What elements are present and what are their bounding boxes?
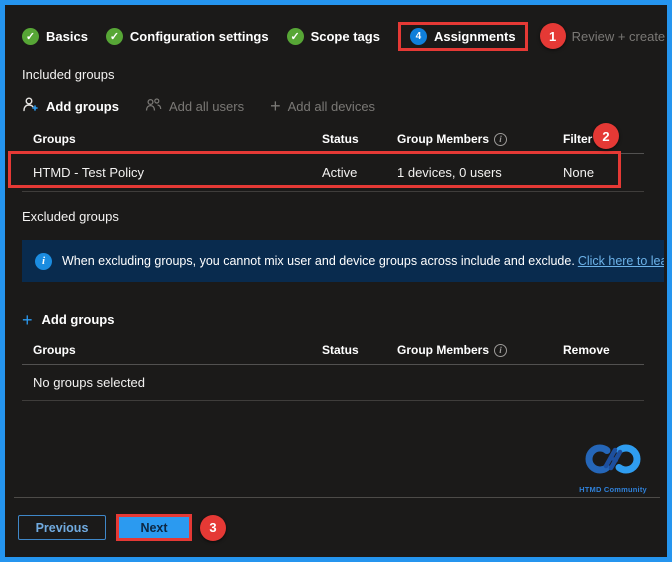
tab-basics[interactable]: ✓ Basics [22, 27, 88, 45]
column-group-members-label: Group Members [397, 132, 490, 146]
plus-icon: + [22, 309, 33, 330]
included-groups-toolbar: Add groups Add all users + Add all devic… [22, 97, 653, 115]
htmd-logo-icon [585, 444, 641, 474]
person-add-icon [22, 97, 39, 115]
table-row-htmd-test-policy[interactable]: HTMD - Test Policy Active 1 devices, 0 u… [22, 154, 644, 192]
banner-message: When excluding groups, you cannot mix us… [62, 254, 575, 268]
info-banner-icon: i [35, 252, 52, 270]
wizard-footer: Previous Next 3 [14, 497, 660, 541]
cell-filter: None [563, 165, 595, 180]
annotation-circle-1: 1 [539, 23, 566, 49]
add-all-users-button[interactable]: Add all users [145, 97, 244, 115]
tab-configuration-settings-label: Configuration settings [129, 28, 269, 44]
learn-more-link[interactable]: Click here to learn more about [578, 254, 664, 268]
htmd-community-logo: HTMD Community [573, 439, 653, 494]
tab-review-create[interactable]: Review + create [572, 29, 666, 44]
column-remove: Remove [563, 343, 610, 357]
next-button[interactable]: Next [119, 517, 189, 538]
cell-status: Active [322, 165, 358, 180]
column-group-members: Group Members i [397, 132, 563, 146]
column-group-members: Group Members i [397, 343, 563, 357]
excluded-add-groups-label: Add groups [41, 312, 115, 327]
wizard-content: ✓ Basics ✓ Configuration settings ✓ Scop… [5, 5, 667, 401]
tab-basics-label: Basics [46, 28, 88, 44]
step-number-badge: 4 [409, 27, 427, 45]
add-groups-button[interactable]: Add groups [22, 97, 119, 115]
check-icon: ✓ [22, 27, 39, 45]
no-groups-selected-text: No groups selected [33, 375, 146, 390]
cell-members: 1 devices, 0 users [397, 165, 502, 180]
wizard-window: ✓ Basics ✓ Configuration settings ✓ Scop… [0, 0, 672, 562]
included-groups-heading: Included groups [22, 67, 115, 82]
annotation-box-assignments: 4 Assignments [397, 21, 528, 51]
tab-assignments-label: Assignments [433, 28, 516, 44]
people-icon [145, 97, 162, 115]
excluded-add-groups-button[interactable]: + Add groups [22, 309, 653, 330]
included-table-header: Groups Status Group Members i Filter [22, 132, 644, 154]
column-groups: Groups [33, 132, 76, 146]
info-icon[interactable]: i [494, 343, 508, 357]
column-status: Status [322, 132, 359, 146]
tab-assignments[interactable]: 4 Assignments [409, 27, 516, 45]
column-groups: Groups [33, 343, 76, 357]
info-icon[interactable]: i [494, 132, 508, 146]
tab-configuration-settings[interactable]: ✓ Configuration settings [105, 27, 269, 45]
previous-button[interactable]: Previous [18, 515, 106, 540]
add-all-devices-button[interactable]: + Add all devices [270, 96, 376, 116]
add-groups-label: Add groups [46, 98, 119, 114]
tab-review-create-label: Review + create [571, 28, 666, 44]
add-all-devices-label: Add all devices [287, 98, 376, 114]
check-icon: ✓ [105, 27, 123, 45]
excluded-groups-table: Groups Status Group Members i Remove No … [22, 343, 644, 401]
annotation-circle-3: 3 [200, 514, 226, 541]
add-all-users-label: Add all users [168, 98, 245, 114]
excluded-table-header: Groups Status Group Members i Remove [22, 343, 644, 365]
included-groups-table: Groups Status Group Members i Filter HTM… [22, 132, 644, 192]
plus-icon: + [270, 96, 281, 116]
tab-scope-tags-label: Scope tags [310, 28, 380, 44]
annotation-box-next: Next [116, 514, 192, 541]
wizard-steps: ✓ Basics ✓ Configuration settings ✓ Scop… [22, 17, 665, 55]
banner-text: When excluding groups, you cannot mix us… [62, 254, 664, 268]
htmd-logo-caption: HTMD Community [579, 485, 647, 494]
check-icon: ✓ [286, 27, 304, 45]
excluded-groups-heading: Excluded groups [22, 209, 119, 224]
empty-state-row: No groups selected [22, 365, 644, 401]
exclusion-info-banner: i When excluding groups, you cannot mix … [22, 240, 664, 282]
annotation-circle-2: 2 [593, 123, 619, 149]
column-status: Status [322, 343, 359, 357]
tab-scope-tags[interactable]: ✓ Scope tags [286, 27, 380, 45]
column-group-members-label: Group Members [397, 343, 490, 357]
cell-group-name[interactable]: HTMD - Test Policy [33, 165, 322, 180]
